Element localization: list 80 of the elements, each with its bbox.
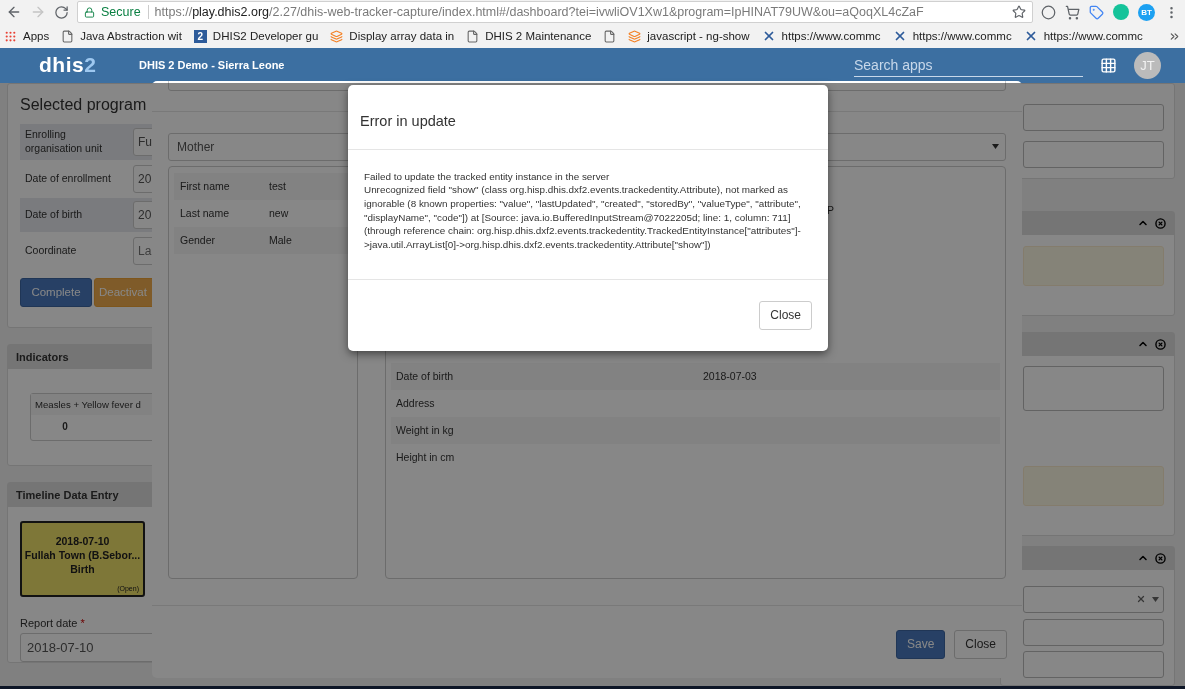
stack-icon	[330, 29, 344, 43]
page-icon	[603, 29, 617, 43]
event-stage: Birth	[70, 562, 95, 577]
input-field[interactable]: Fu	[133, 127, 152, 156]
bookmark-link[interactable]: javascript - ng-show	[647, 30, 750, 42]
apps-grid-icon	[4, 29, 17, 43]
input-field[interactable]	[1023, 140, 1164, 168]
secure-label: Secure	[101, 5, 149, 19]
attribute-value: Male	[269, 234, 292, 247]
reload-icon[interactable]	[54, 4, 69, 20]
page-icon	[466, 29, 480, 43]
dropdown-caret-icon	[992, 144, 999, 150]
panel-title: Selected program	[19, 94, 148, 115]
bookmark-link[interactable]: Java Abstraction wit	[80, 30, 182, 42]
search-field[interactable]: Search apps	[854, 53, 1083, 77]
attribute-label: Gender	[180, 234, 217, 247]
page-icon	[61, 29, 75, 43]
bookmark-link[interactable]: https://www.commc	[1043, 30, 1143, 42]
bookmark-link[interactable]: DHIS2 Developer gu	[212, 30, 319, 42]
attribute-value: new	[269, 207, 289, 220]
close-icon[interactable]	[1155, 552, 1166, 564]
tag-icon[interactable]	[1089, 4, 1104, 20]
input-field[interactable]: 20	[133, 200, 152, 229]
field-label: Date of birth	[24, 207, 84, 222]
event-org-unit: Fullah Town (B.Sebor...	[24, 548, 141, 563]
modal-title: Error in update	[348, 84, 828, 150]
indicator-value: 0	[61, 419, 69, 434]
required-mark: *	[80, 616, 85, 629]
clear-icon[interactable]	[1136, 594, 1146, 605]
date-field[interactable]: 2018-07-10	[20, 632, 152, 662]
select-field[interactable]	[1023, 585, 1164, 613]
stack-icon	[628, 29, 642, 43]
address-bar[interactable]: Secure https://play.dhis2.org/2.27/dhis-web-tracker-capture/index.html#/dashboard?tei=ivwliOV1Xw1&program=IpHINAT79UW&ou=aQoqXL4cZaF	[77, 1, 1033, 23]
field-label: Enrolling organisation unit	[24, 128, 104, 156]
bookmark-link[interactable]: Display array data in	[349, 30, 455, 42]
lock-icon	[84, 6, 95, 18]
attribute-value: 2018-07-03	[703, 370, 757, 383]
bookmark-link[interactable]: https://www.commc	[781, 30, 881, 42]
field-label: Coordinate	[24, 243, 78, 258]
star-icon[interactable]	[1012, 5, 1026, 19]
input-field[interactable]	[1023, 650, 1164, 678]
event-date: 2018-07-10	[55, 535, 110, 549]
close-icon[interactable]	[1155, 217, 1166, 229]
field-label: Date of enrollment	[24, 171, 112, 186]
instance-title: DHIS 2 Demo - Sierra Leone	[139, 59, 286, 72]
dropdown-caret-icon[interactable]	[1152, 596, 1159, 602]
attribute-label: First name	[180, 180, 231, 193]
attribute-value: test	[269, 180, 286, 193]
input-field[interactable]	[1023, 103, 1164, 131]
close-icon[interactable]	[1155, 338, 1166, 350]
attribute-label: Weight in kg	[396, 424, 455, 437]
bookmark-link[interactable]: https://www.commc	[912, 30, 1012, 42]
input-field[interactable]	[1023, 618, 1164, 646]
input-field[interactable]: La	[133, 236, 152, 265]
circle-icon[interactable]	[1041, 4, 1056, 20]
dialog-button[interactable]: Close	[954, 629, 1007, 659]
back-icon[interactable]	[6, 4, 22, 20]
input-field[interactable]: 20	[133, 164, 152, 193]
attribute-label: Last name	[180, 207, 231, 220]
bookmark-link[interactable]: Apps	[23, 30, 50, 42]
indicator-name: Measles + Yellow fever d	[31, 393, 152, 415]
apps-menu-icon[interactable]	[1100, 56, 1117, 74]
url-text: https://play.dhis2.org/2.27/dhis-web-tracker-capture/index.html#/dashboard?tei=ivwliOV1Xw1&program=IpHINAT79UW&ou=aQoqXL4cZaF	[154, 5, 924, 19]
attribute-value: P	[827, 204, 834, 217]
attribute-label: Date of birth	[396, 370, 455, 383]
action-button[interactable]: Complete	[20, 277, 92, 307]
logo[interactable]: dhis2	[39, 53, 139, 78]
favicon: 2	[193, 29, 207, 43]
bookmark-link[interactable]: DHIS 2 Maintenance	[485, 30, 592, 42]
dialog-button[interactable]: Save	[895, 629, 946, 659]
attribute-label: Address	[396, 397, 436, 410]
error-message: Failed to update the tracked entity instance in the server	[364, 169, 611, 184]
panel-header: Indicators	[8, 344, 152, 369]
attribute-label: Height in cm	[396, 451, 456, 464]
error-message: Unrecognized field "show" (class org.hisp.dhis.dxf2.events.trackedentity.Attribute), not marked as ignorable (8 known properties: "value", "lastUpdated", "created", "storedBy", "valueType", "attribute", "displayName", "code"]) at [Source: java.io.BufferedInputStream@7022205d; line: 1, column: 711] (through reference chain: org.hisp.dhis.dxf2.events.trackedentity.TrackedEntityInstance["attributes"]->java.util.ArrayList[0]->org.hisp.dhis.dxf2.events.trackedentity.Attribute["show"])	[364, 183, 802, 252]
field-label: Report date	[20, 616, 78, 629]
panel-header: Timeline Data Entry	[8, 482, 152, 507]
profile-badge[interactable]: BT	[1138, 3, 1155, 21]
close-button[interactable]: Close	[759, 300, 812, 330]
cart-icon[interactable]	[1065, 4, 1080, 20]
